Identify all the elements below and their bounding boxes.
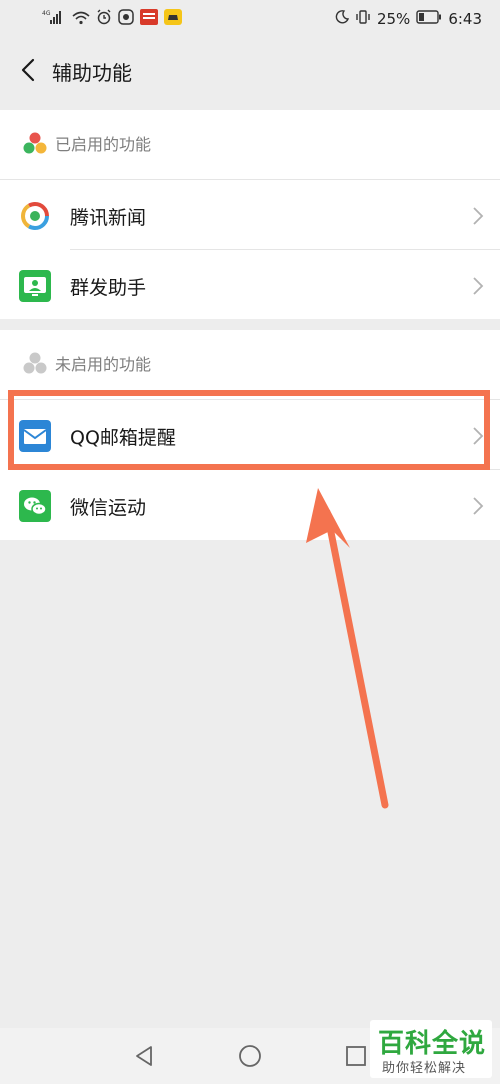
list-item-tencent-news[interactable]: 腾讯新闻 <box>0 180 500 250</box>
chevron-right-icon <box>473 277 484 295</box>
list-item-label: QQ邮箱提醒 <box>70 427 176 449</box>
list-item-qq-mail-reminder[interactable]: QQ邮箱提醒 <box>0 400 500 470</box>
back-button[interactable] <box>10 52 46 88</box>
list-item-broadcast-assistant[interactable]: 群发助手 <box>0 250 500 320</box>
enabled-section-label: 已启用的功能 <box>55 135 152 154</box>
battery-icon <box>416 10 442 28</box>
nav-back-button[interactable] <box>130 1042 158 1070</box>
vibrate-icon <box>355 9 371 29</box>
chevron-right-icon <box>473 427 484 445</box>
three-dots-color-icon <box>23 132 47 154</box>
chevron-right-icon <box>473 207 484 225</box>
enabled-section: 已启用的功能 腾讯新闻 群发助手 <box>0 110 500 319</box>
broadcast-assistant-icon <box>19 270 51 302</box>
tencent-news-icon <box>21 202 49 230</box>
battery-percent: 25% <box>376 10 411 28</box>
page-title: 辅助功能 <box>52 61 132 85</box>
svg-text:4G: 4G <box>42 10 51 17</box>
disabled-section-header: 未启用的功能 <box>0 330 500 399</box>
watermark: 百科全说 助你轻松解决 <box>370 1020 492 1078</box>
list-item-label: 群发助手 <box>70 277 147 299</box>
enabled-section-header: 已启用的功能 <box>0 110 500 179</box>
status-bar: 4G 25% 6:43 <box>0 0 500 38</box>
alarm-icon <box>96 9 112 29</box>
watermark-subtitle: 助你轻松解决 <box>382 1061 467 1076</box>
app-notification-icon <box>118 9 134 29</box>
signal-icon: 4G <box>42 9 66 29</box>
square-recents-icon <box>346 1046 366 1066</box>
disabled-section: 未启用的功能 QQ邮箱提醒 微信运动 <box>0 330 500 540</box>
nav-recents-button[interactable] <box>342 1042 370 1070</box>
three-dots-gray-icon <box>23 352 47 374</box>
wifi-icon <box>72 10 90 29</box>
news-app-icon <box>140 9 158 29</box>
header: 辅助功能 <box>0 38 500 108</box>
list-item-label: 微信运动 <box>70 497 147 519</box>
nav-home-button[interactable] <box>236 1042 264 1070</box>
qq-mail-icon <box>19 420 51 452</box>
list-item-label: 腾讯新闻 <box>70 207 147 229</box>
chevron-right-icon <box>473 497 484 515</box>
watermark-title: 百科全说 <box>378 1029 487 1059</box>
do-not-disturb-icon <box>335 10 350 28</box>
disabled-section-label: 未启用的功能 <box>55 355 152 374</box>
chevron-left-icon <box>21 58 35 82</box>
list-item-wechat-sports[interactable]: 微信运动 <box>0 470 500 540</box>
wechat-sports-icon <box>19 490 51 522</box>
circle-home-icon <box>239 1045 261 1067</box>
clock: 6:43 <box>448 10 482 28</box>
taxi-app-icon <box>164 9 182 29</box>
screen: 4G 25% 6:43 辅助功能 已启用的功能 腾讯新闻 群发助手 未启用的功能… <box>0 0 500 1084</box>
triangle-back-icon <box>136 1046 152 1066</box>
